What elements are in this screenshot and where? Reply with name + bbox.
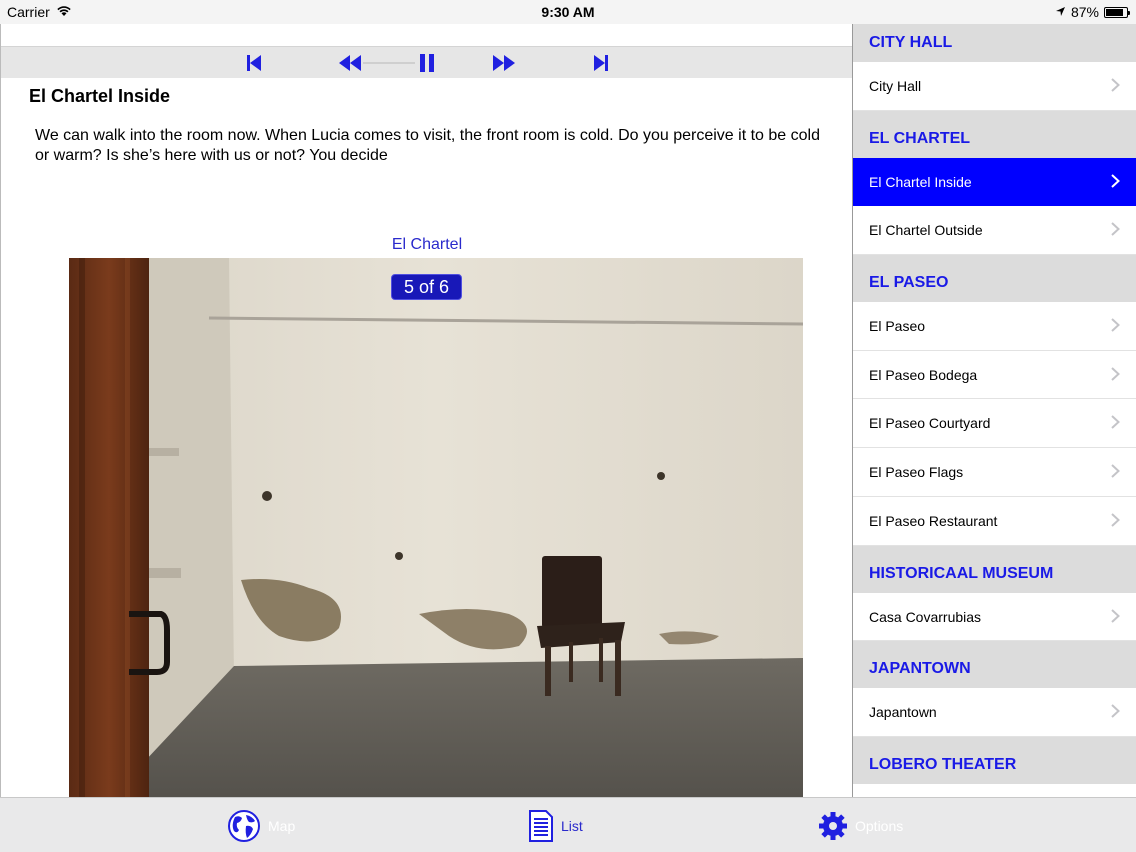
- playback-progress-track: [363, 62, 415, 64]
- chevron-right-icon: [1111, 173, 1120, 188]
- image-caption: El Chartel: [391, 236, 463, 253]
- skip-back-icon: [247, 55, 261, 71]
- clock: 9:30 AM: [541, 4, 595, 20]
- section-header-city-hall: CITY HALL: [853, 24, 1136, 62]
- chevron-right-icon: [1111, 513, 1120, 527]
- list-item-label: El Paseo Courtyard: [869, 415, 991, 432]
- chevron-right-icon: [1111, 367, 1120, 381]
- sidebar-list: CITY HALL City Hall EL CHARTEL El Charte…: [852, 24, 1136, 797]
- location-photo[interactable]: [69, 258, 803, 797]
- section-header-lobero-theater: LOBERO THEATER: [853, 736, 1136, 784]
- status-bar: Carrier 9:30 AM 87%: [0, 0, 1136, 24]
- list-item-el-chartel-outside[interactable]: El Chartel Outside: [853, 206, 1136, 256]
- chevron-right-icon: [1111, 415, 1120, 430]
- section-header-japantown: JAPANTOWN: [853, 641, 1136, 689]
- battery-percent: 87%: [1070, 4, 1099, 20]
- chevron-right-icon: [1111, 464, 1120, 478]
- list-item-label: El Paseo Restaurant: [869, 512, 998, 529]
- tab-label: Map: [268, 818, 296, 834]
- list-item-label: El Chartel Inside: [869, 173, 972, 190]
- list-item-label: Casa Covarrubias: [869, 608, 982, 625]
- document-list-icon: [529, 810, 553, 842]
- list-item-el-paseo-bodega[interactable]: El Paseo Bodega: [853, 350, 1136, 400]
- tab-label: List: [561, 818, 583, 834]
- list-item-label: Japantown: [869, 704, 937, 721]
- tab-options[interactable]: Options: [818, 808, 903, 844]
- tab-bar: Map List Options: [0, 797, 1136, 852]
- pause-icon: [420, 54, 434, 72]
- list-item-label: El Paseo Bodega: [869, 366, 978, 383]
- tab-label: Options: [855, 818, 904, 834]
- list-item-label: El Chartel Outside: [869, 222, 983, 239]
- section-header-el-paseo: EL PASEO: [853, 255, 1136, 303]
- chevron-right-icon: [1111, 704, 1120, 718]
- chevron-right-icon: [1111, 78, 1120, 92]
- description-text: We can walk into the room now. When Luci…: [35, 127, 820, 164]
- chevron-right-icon: [1111, 608, 1120, 623]
- section-header-el-chartel: EL CHARTEL: [853, 110, 1136, 158]
- image-counter-badge: 5 of 6: [391, 274, 462, 300]
- rewind-icon: [339, 55, 361, 71]
- rewind-button[interactable]: [337, 52, 363, 74]
- globe-icon: [228, 810, 260, 842]
- detail-pane: El Chartel Inside We can walk into the r…: [0, 24, 852, 797]
- chevron-right-icon: [1111, 318, 1120, 332]
- chevron-right-icon: [1111, 222, 1120, 237]
- page-title: El Chartel Inside: [29, 86, 171, 106]
- location-arrow-icon: [1055, 4, 1066, 20]
- list-item-el-paseo-restaurant[interactable]: El Paseo Restaurant: [853, 496, 1136, 546]
- list-item-el-paseo[interactable]: El Paseo: [853, 302, 1136, 351]
- list-item-partial: [853, 783, 1136, 796]
- list-item-label: El Paseo Flags: [869, 464, 964, 481]
- tab-list[interactable]: List: [528, 808, 583, 844]
- list-item-el-chartel-inside[interactable]: El Chartel Inside: [853, 157, 1136, 207]
- audio-player-toolbar: [1, 46, 852, 78]
- pause-button[interactable]: [415, 52, 439, 74]
- skip-forward-icon: [594, 55, 608, 71]
- list-item-city-hall[interactable]: City Hall: [853, 62, 1136, 111]
- skip-back-button[interactable]: [244, 52, 264, 74]
- skip-forward-button[interactable]: [591, 52, 611, 74]
- list-item-label: El Paseo: [869, 318, 926, 335]
- gear-icon: [819, 812, 847, 840]
- fast-forward-icon: [493, 55, 515, 71]
- battery-icon: [1104, 6, 1130, 18]
- tab-map[interactable]: Map: [227, 808, 295, 844]
- list-item-label: City Hall: [869, 78, 922, 94]
- list-item-el-paseo-flags[interactable]: El Paseo Flags: [853, 448, 1136, 497]
- fast-forward-button[interactable]: [491, 52, 517, 74]
- list-item-japantown[interactable]: Japantown: [853, 688, 1136, 737]
- section-header-historicaal-museum: HISTORICAAL MUSEUM: [853, 545, 1136, 593]
- list-item-casa-covarrubias[interactable]: Casa Covarrubias: [853, 592, 1136, 642]
- list-item-el-paseo-courtyard[interactable]: El Paseo Courtyard: [853, 399, 1136, 449]
